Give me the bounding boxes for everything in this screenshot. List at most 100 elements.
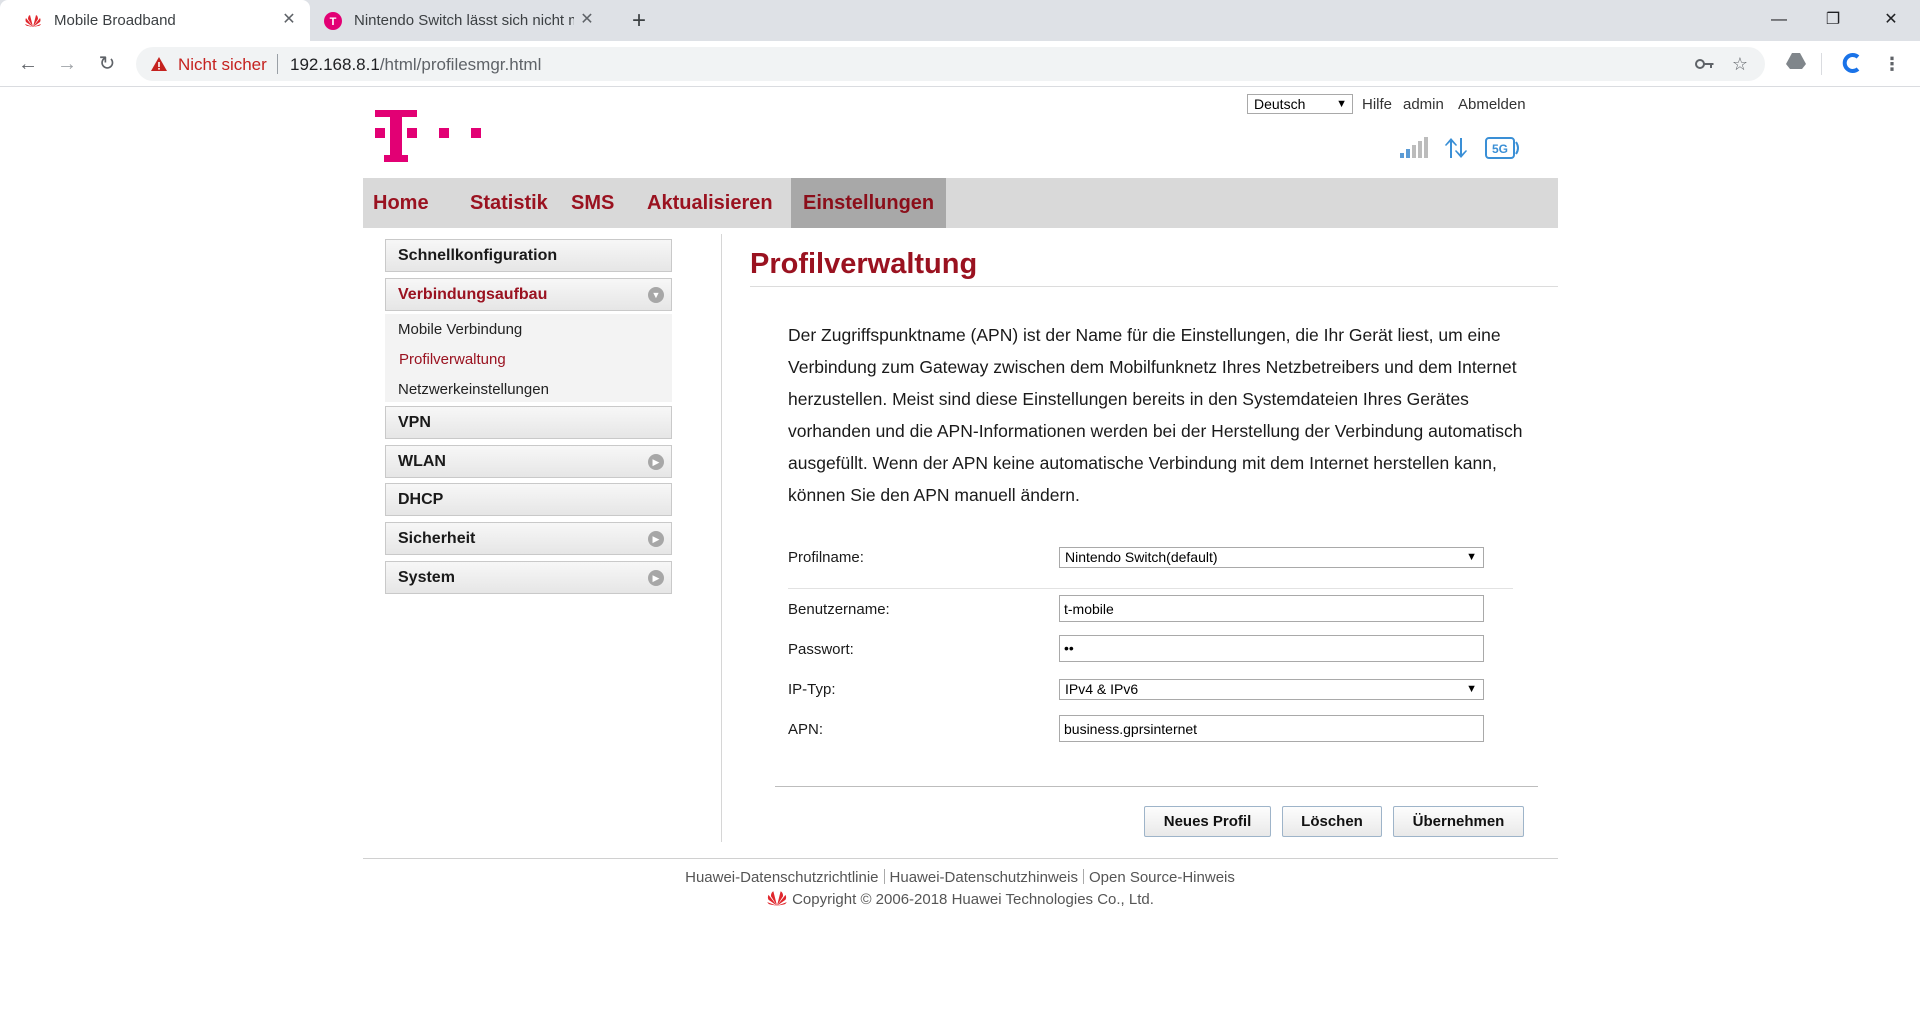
reload-icon[interactable]: ↻ [93,50,121,78]
new-tab-button[interactable]: + [626,8,652,34]
footer-links: Huawei-Datenschutzrichtlinie Huawei-Daten… [0,869,1920,886]
menu-kebab-icon[interactable]: ⋮ [1880,52,1904,76]
password-label: Passwort: [788,641,854,658]
privacy-policy-link[interactable]: Huawei-Datenschutzrichtlinie [685,869,878,886]
svg-text:T: T [330,16,337,28]
signal-strength-icon [1400,137,1428,158]
sidebar-item-label: Sicherheit [398,530,476,547]
sidebar-submenu: Mobile Verbindung Profilverwaltung Netzw… [385,314,672,402]
dropdown-arrow-icon: ▼ [1336,98,1347,110]
main-navigation: Home Statistik SMS Aktualisieren Einstel… [363,178,1558,228]
minimize-icon[interactable]: — [1756,6,1802,34]
footer-separator [1082,869,1084,884]
apply-button[interactable]: Übernehmen [1393,806,1524,837]
logout-link[interactable]: Abmelden [1458,96,1526,113]
status-icons: 5G [1398,134,1524,162]
tab-mobile-broadband[interactable]: Mobile Broadband ✕ [0,0,310,41]
ip-type-label: IP-Typ: [788,681,836,698]
drive-extension-icon[interactable] [1784,52,1808,76]
extension-c-icon[interactable] [1840,52,1864,76]
chevron-right-icon: ▶ [648,570,664,586]
help-link[interactable]: Hilfe [1362,96,1392,113]
nav-home[interactable]: Home [363,178,439,228]
ip-type-select[interactable]: IPv4 & IPv6 ▼ [1059,679,1484,700]
back-arrow-icon[interactable]: ← [14,50,42,78]
apn-description: Der Zugriffspunktname (APN) ist der Name… [788,325,1523,505]
huawei-logo-icon [24,12,42,30]
new-profile-button[interactable]: Neues Profil [1144,806,1271,837]
page-title: Profilverwaltung [750,248,978,280]
content-divider [721,234,722,842]
submenu-item-profilverwaltung[interactable]: Profilverwaltung [399,351,506,368]
sidebar-item-sicherheit[interactable]: Sicherheit ▶ [385,522,672,555]
bookmark-star-icon[interactable]: ☆ [1729,53,1751,75]
apn-label: APN: [788,721,824,738]
sidebar-item-verbindungsaufbau[interactable]: Verbindungsaufbau ▼ [385,278,672,311]
tab-nintendo-switch[interactable]: T Nintendo Switch lässt sich nicht m ✕ [312,0,608,41]
dropdown-arrow-icon: ▼ [1466,683,1477,695]
apn-input[interactable] [1059,715,1484,742]
sidebar-item-label: Verbindungsaufbau [398,286,548,303]
close-tab-icon[interactable]: ✕ [280,11,298,29]
url-path: /html/profilesmgr.html [379,55,542,74]
forward-arrow-icon[interactable]: → [53,50,81,78]
copyright-text: Copyright © 2006-2018 Huawei Technologie… [792,891,1154,908]
sidebar-item-wlan[interactable]: WLAN ▶ [385,445,672,478]
footer-separator [883,869,885,884]
chevron-right-icon: ▶ [648,454,664,470]
dropdown-arrow-icon: ▼ [1466,551,1477,563]
buttons-divider [775,786,1538,787]
copyright: Copyright © 2006-2018 Huawei Technologie… [0,890,1920,908]
address-bar[interactable]: Nicht sicher 192.168.8.1/html/profilesmg… [136,47,1765,81]
sidebar-item-label: DHCP [398,491,444,508]
form-divider [788,588,1513,589]
sidebar-item-label: WLAN [398,453,446,470]
user-link[interactable]: admin [1403,96,1444,113]
nav-statistik[interactable]: Statistik [460,178,558,228]
router-page: Deutsch ▼ Hilfe admin Abmelden 5G Home S… [0,88,1920,1030]
password-input[interactable]: •• [1059,635,1484,662]
chevron-down-icon: ▼ [648,287,664,303]
url-host: 192.168.8.1 [290,55,380,74]
sidebar-item-label: System [398,569,455,586]
title-underline [750,286,1558,287]
telekom-favicon-icon: T [324,11,342,30]
ip-type-value: IPv4 & IPv6 [1065,681,1139,697]
close-tab-icon[interactable]: ✕ [578,11,596,29]
language-select[interactable]: Deutsch ▼ [1247,94,1353,114]
telekom-logo [375,108,495,164]
delete-button[interactable]: Löschen [1282,806,1382,837]
browser-toolbar: ← → ↻ Nicht sicher 192.168.8.1/html/prof… [0,41,1920,87]
svg-text:5G: 5G [1492,142,1508,156]
username-label: Benutzername: [788,601,890,618]
submenu-item-mobile-verbindung[interactable]: Mobile Verbindung [398,321,522,338]
profile-name-select[interactable]: Nintendo Switch(default) ▼ [1059,547,1484,568]
window-close-icon[interactable]: ✕ [1868,6,1914,34]
security-label[interactable]: Nicht sicher [178,55,267,75]
privacy-notice-link[interactable]: Huawei-Datenschutzhinweis [890,869,1078,886]
sidebar-item-schnellkonfiguration[interactable]: Schnellkonfiguration [385,239,672,272]
sidebar-item-label: Schnellkonfiguration [398,247,558,264]
tab-title: Mobile Broadband [54,12,176,29]
footer-divider [363,858,1558,859]
omnibox-divider [277,54,278,74]
open-source-link[interactable]: Open Source-Hinweis [1089,869,1235,886]
nav-aktualisieren[interactable]: Aktualisieren [637,178,783,228]
sidebar-item-dhcp[interactable]: DHCP [385,483,672,516]
profile-name-value: Nintendo Switch(default) [1065,549,1218,565]
username-input[interactable] [1059,595,1484,622]
data-transfer-icon [1445,138,1467,158]
submenu-item-netzwerkeinstellungen[interactable]: Netzwerkeinstellungen [398,381,549,398]
huawei-logo-icon [766,890,788,907]
language-value: Deutsch [1254,96,1306,112]
restore-icon[interactable]: ❐ [1810,6,1856,34]
sidebar-item-system[interactable]: System ▶ [385,561,672,594]
network-type-icon: 5G [1485,137,1519,159]
tab-title: Nintendo Switch lässt sich nicht m [354,12,574,29]
toolbar-divider [1821,53,1822,75]
sidebar-item-vpn[interactable]: VPN [385,406,672,439]
key-icon[interactable] [1694,53,1716,75]
nav-sms[interactable]: SMS [561,178,624,228]
nav-einstellungen[interactable]: Einstellungen [791,178,947,228]
url-text[interactable]: 192.168.8.1/html/profilesmgr.html [290,55,541,75]
